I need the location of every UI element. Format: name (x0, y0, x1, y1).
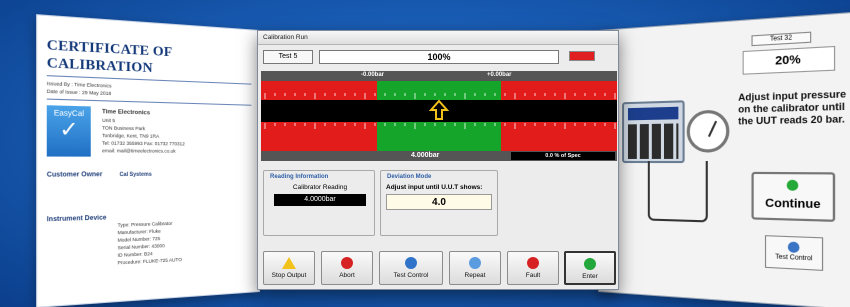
deviation-mode-instruction: Adjust input until U.U.T shows: (386, 184, 483, 191)
uut-instruction-screen: Test 32 20% Adjust input pressure on the… (598, 11, 850, 307)
test-control-icon (405, 257, 417, 269)
device-screen (627, 106, 679, 121)
continue-label: Continue (765, 196, 821, 212)
customer-label: Customer Owner (46, 171, 103, 179)
deviation-mode-panel: Deviation Mode Adjust input until U.U.T … (380, 170, 498, 236)
progress-bar: 100% (319, 50, 559, 64)
abort-label: Abort (339, 272, 355, 279)
test-control-button[interactable]: Test Control (379, 251, 443, 285)
stop-output-button[interactable]: Stop Output (263, 251, 315, 285)
pressure-pipe (647, 161, 708, 223)
instrument-rows: Type: Pressure Calibrator Manufacturer: … (118, 218, 242, 267)
current-value-label: 4.000bar (411, 152, 440, 159)
right-test-control-button[interactable]: Test Control (764, 235, 824, 271)
right-test-control-label: Test Control (775, 254, 813, 263)
right-progress-text: 20% (742, 45, 836, 75)
calibrator-device-image (622, 100, 685, 164)
fault-label: Fault (525, 272, 541, 279)
deviation-readout-bar: 4.000bar 0.0 % of Spec (261, 151, 617, 161)
enter-icon (584, 258, 596, 270)
calibrator-reading-value: 4.0000bar (274, 194, 366, 206)
deviation-limits-bar: -0.00bar +0.00bar (261, 71, 617, 81)
certificate-document: CERTIFICATE OF CALIBRATION Issued By : T… (36, 14, 261, 307)
repeat-icon (469, 257, 481, 269)
instrument-label: Instrument Device (46, 215, 107, 224)
test-label: Test 5 (263, 50, 313, 64)
continue-button[interactable]: Continue (751, 171, 836, 222)
customer-name: Cal Systems (119, 171, 152, 179)
action-toolbar: Stop Output Abort Test Control Repeat Fa… (258, 251, 620, 289)
enter-button[interactable]: Enter (564, 251, 616, 285)
window-title: Calibration Run (258, 31, 618, 45)
alarm-indicator (569, 51, 595, 61)
calibrator-reading-label: Calibrator Reading (292, 184, 348, 191)
fault-icon (527, 257, 539, 269)
customer-section: Customer Owner Cal Systems (47, 171, 250, 179)
warning-icon (282, 257, 296, 269)
abort-button[interactable]: Abort (321, 251, 373, 285)
repeat-button[interactable]: Repeat (449, 251, 501, 285)
scale-ticks-bottom (264, 123, 616, 129)
progress-text: 100% (427, 52, 451, 62)
high-limit-label: +0.00bar (487, 72, 512, 78)
enter-label: Enter (582, 273, 598, 280)
stop-output-label: Stop Output (271, 272, 307, 279)
low-limit-label: -0.00bar (361, 72, 385, 78)
test-control-icon (787, 241, 800, 254)
address-line: email: mail@timeelectronics.co.uk (102, 147, 176, 154)
deviation-mode-title: Deviation Mode (387, 174, 432, 180)
continue-icon (786, 179, 799, 191)
instruction-text: Adjust input pressure on the calibrator … (738, 88, 847, 127)
spec-percentage: 0.0 % of Spec (511, 152, 615, 160)
deviation-indicator: -0.00bar +0.00bar 4.000bar 0.0 % of Spec (261, 71, 617, 161)
easycal-logo: EasyCal ✓ (46, 105, 91, 157)
test-control-label: Test Control (393, 272, 429, 279)
check-icon: ✓ (59, 117, 79, 143)
reading-information-title: Reading Information (270, 174, 329, 180)
abort-icon (341, 257, 353, 269)
calibration-run-window: Calibration Run Test 5 100% -0.00bar +0.… (257, 30, 619, 290)
repeat-label: Repeat (464, 272, 486, 279)
fault-button[interactable]: Fault (507, 251, 559, 285)
certificate-title: CERTIFICATE OF CALIBRATION (46, 36, 172, 76)
pressure-gauge-icon (686, 109, 730, 153)
target-uut-value: 4.0 (386, 194, 492, 210)
arrow-up-icon (429, 99, 449, 120)
reading-information-panel: Reading Information Calibrator Reading 4… (263, 170, 375, 236)
device-keypad (627, 123, 679, 159)
right-test-label: Test 32 (751, 31, 812, 47)
status-row: Test 5 100% (263, 50, 615, 64)
stage: CERTIFICATE OF CALIBRATION Issued By : T… (0, 0, 850, 307)
company-address: Time Electronics Unit 5 TON Business Par… (102, 109, 248, 155)
